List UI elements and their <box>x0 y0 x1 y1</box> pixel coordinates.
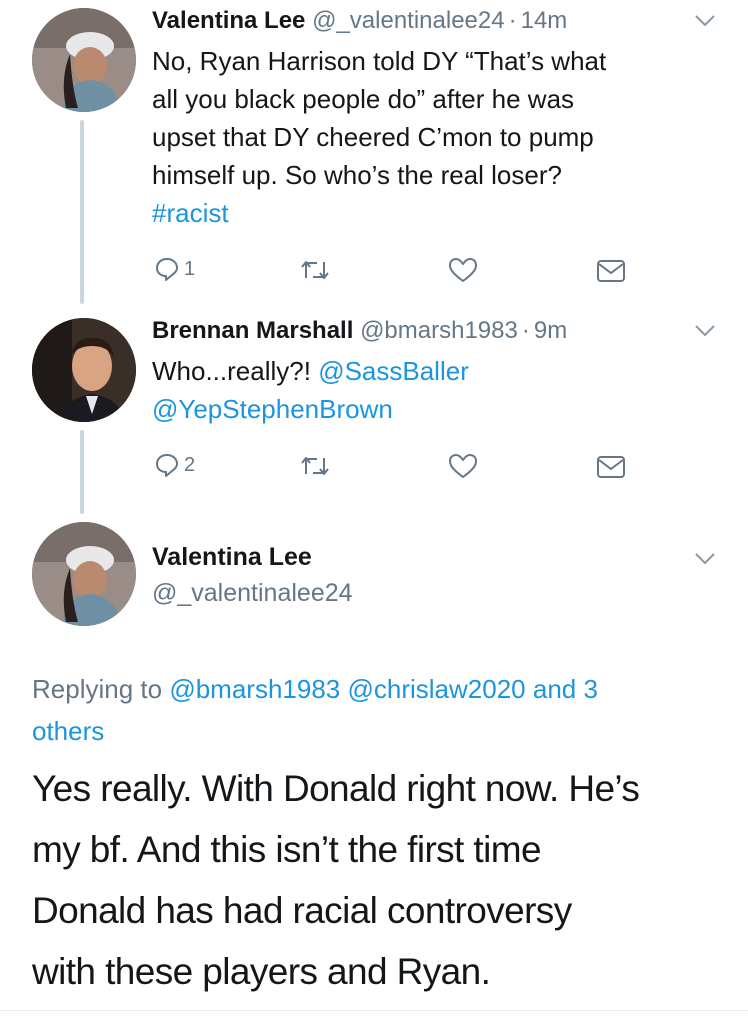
retweet-icon <box>301 261 329 279</box>
reply-button[interactable]: 1 <box>154 256 195 282</box>
reply-count: 1 <box>184 257 196 280</box>
thread-line <box>80 120 84 304</box>
avatar-image <box>32 8 136 112</box>
like-icon <box>449 258 477 282</box>
author-handle[interactable]: @_valentinalee24 <box>152 578 353 608</box>
direct-message-icon <box>597 456 625 478</box>
author-name[interactable]: Brennan Marshall <box>152 317 353 344</box>
mention-link[interactable]: @SassBaller <box>318 356 469 386</box>
like-button[interactable] <box>448 453 478 479</box>
time-separator: · <box>508 7 517 34</box>
tweet-time[interactable]: 14m <box>521 7 568 34</box>
reply-to-mention[interactable]: @chrislaw2020 <box>347 674 525 704</box>
author-name[interactable]: Valentina Lee <box>152 7 305 34</box>
chevron-down-icon[interactable] <box>694 324 716 338</box>
direct-message-button[interactable] <box>596 258 626 284</box>
hashtag-link[interactable]: #racist <box>152 194 732 232</box>
retweet-button[interactable] <box>300 454 330 478</box>
author-handle[interactable]: @bmarsh1983 <box>360 317 518 344</box>
avatar-valentina[interactable] <box>32 8 136 112</box>
avatar-image <box>32 522 136 626</box>
reply-to-others-link[interactable]: and 3 <box>533 674 598 704</box>
reply-button[interactable]: 2 <box>154 452 195 478</box>
avatar-brennan[interactable] <box>32 318 136 422</box>
reply-icon <box>156 454 178 477</box>
like-button[interactable] <box>448 257 478 283</box>
reply-to-others-link[interactable]: others <box>32 710 722 752</box>
author-name[interactable]: Valentina Lee <box>152 542 312 572</box>
time-separator: · <box>521 317 530 344</box>
tweet-time[interactable]: 9m <box>534 317 567 344</box>
tweet-text: No, Ryan Harrison told DY “That’s what a… <box>152 42 732 232</box>
chevron-down-icon[interactable] <box>694 14 716 28</box>
retweet-button[interactable] <box>300 258 330 282</box>
avatar-image <box>32 318 136 422</box>
reply-icon <box>156 258 178 281</box>
thread-line <box>80 430 84 514</box>
reply-to-mention[interactable]: @bmarsh1983 <box>169 674 340 704</box>
direct-message-button[interactable] <box>596 454 626 480</box>
retweet-icon <box>301 457 329 475</box>
direct-message-icon <box>597 260 625 282</box>
author-handle[interactable]: @_valentinalee24 <box>312 7 505 34</box>
reply-count: 2 <box>184 453 196 476</box>
avatar-valentina[interactable] <box>32 522 136 626</box>
replying-to: Replying to @bmarsh1983 @chrislaw2020 an… <box>32 668 722 752</box>
mention-link[interactable]: @YepStephenBrown <box>152 390 732 428</box>
like-icon <box>449 454 477 478</box>
chevron-down-icon[interactable] <box>694 552 716 566</box>
bottom-divider <box>0 1010 748 1011</box>
tweet-text: Yes really. With Donald right now. He’s … <box>32 768 640 992</box>
tweet-text: Who...really?! @SassBaller @YepStephenBr… <box>152 352 732 428</box>
